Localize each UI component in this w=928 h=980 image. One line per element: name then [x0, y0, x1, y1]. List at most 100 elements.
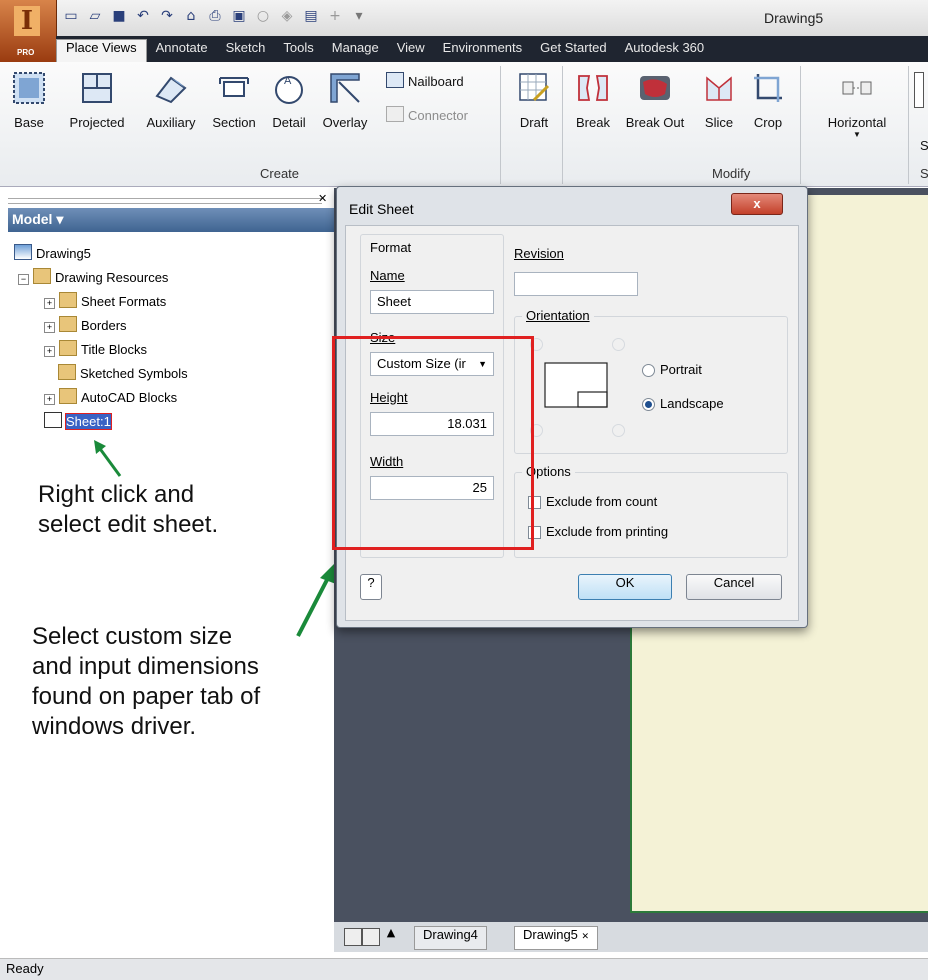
material-icon[interactable]: ○ [254, 7, 272, 25]
connector-button[interactable]: Connector [386, 106, 486, 123]
horizontal-align-icon [842, 81, 872, 95]
ribbon-panel: Base Projected Auxiliary Section A Detai… [0, 62, 928, 187]
plus-icon[interactable]: + [326, 7, 344, 25]
slice-icon [706, 76, 732, 101]
tab-annotate[interactable]: Annotate [147, 40, 217, 62]
print-icon[interactable]: ⎙ [206, 7, 224, 25]
tree-root[interactable]: Drawing5 [14, 244, 91, 261]
revision-label: Revision [514, 246, 564, 261]
redo-icon[interactable]: ↷ [158, 7, 176, 25]
draft-view-icon [519, 73, 550, 102]
landscape-label: Landscape [660, 396, 724, 411]
folder-icon [59, 340, 77, 356]
ok-button[interactable]: OK [578, 574, 672, 600]
dialog-help-button[interactable]: ? [360, 574, 382, 600]
appearance-icon[interactable]: ◈ [278, 7, 296, 25]
tab-menu-icon[interactable]: ▲ [382, 926, 400, 944]
doc-tab-drawing4[interactable]: Drawing4 [414, 926, 487, 950]
tab-view[interactable]: View [388, 40, 434, 62]
orientation-label: Orientation [522, 308, 594, 323]
tab-tools[interactable]: Tools [274, 40, 322, 62]
exclude-count-label: Exclude from count [546, 494, 658, 509]
folder-icon [59, 292, 77, 308]
section-view-button[interactable]: Section [206, 70, 262, 130]
close-tab-icon[interactable]: ✕ [582, 931, 590, 941]
auxiliary-view-button[interactable]: Auxiliary [138, 70, 204, 130]
view-icon[interactable]: ▤ [302, 7, 320, 25]
tree-borders[interactable]: + Borders [44, 316, 127, 333]
break-icon [578, 75, 608, 101]
name-field[interactable]: Sheet [370, 290, 494, 314]
green-arrow-icon [94, 440, 122, 477]
connector-icon [386, 106, 404, 122]
tile-icon[interactable] [344, 928, 362, 946]
section-view-icon [219, 77, 249, 97]
tree-drawing-resources[interactable]: − Drawing Resources [18, 268, 168, 285]
break-button[interactable]: Break [568, 70, 618, 130]
nailboard-button[interactable]: Nailboard [386, 72, 486, 89]
new-icon[interactable]: ▭ [62, 7, 80, 25]
tab-manage[interactable]: Manage [323, 40, 388, 62]
landscape-radio[interactable] [642, 398, 655, 411]
tree-sheet-formats[interactable]: + Sheet Formats [44, 292, 166, 309]
save-icon[interactable]: ■ [110, 7, 128, 25]
overlay-view-icon [330, 73, 360, 103]
detail-view-button[interactable]: A Detail [264, 70, 314, 130]
exclude-printing-label: Exclude from printing [546, 524, 669, 539]
name-label: Name [370, 268, 405, 283]
break-out-icon [640, 76, 670, 100]
pro-badge: PRO [17, 48, 35, 57]
crop-icon [754, 74, 782, 102]
tab-sketch[interactable]: Sketch [217, 40, 275, 62]
revision-field[interactable] [514, 272, 638, 296]
portrait-radio[interactable] [642, 364, 655, 377]
tree-sketched-symbols[interactable]: Sketched Symbols [58, 364, 188, 381]
application-menu-button[interactable]: I PRO [0, 0, 57, 62]
tab-get-started[interactable]: Get Started [531, 40, 615, 62]
landscape-preview-icon [544, 362, 608, 408]
annotation-custom-size: Select custom size and input dimensions fo… [32, 623, 261, 740]
close-icon[interactable]: ✕ [318, 192, 327, 205]
projected-view-button[interactable]: Projected [62, 70, 132, 130]
home-icon[interactable]: ⌂ [182, 7, 200, 25]
doc-tab-drawing5[interactable]: Drawing5 ✕ [514, 926, 599, 950]
orientation-corner-radio[interactable] [612, 338, 625, 351]
slice-button[interactable]: Slice [696, 70, 742, 130]
group-label-create: Create [260, 166, 300, 181]
draft-view-button[interactable]: Draft [512, 70, 556, 130]
document-tab-bar: ▲ Drawing4 Drawing5 ✕ [334, 922, 928, 952]
inventor-logo-icon: I [14, 6, 40, 36]
tab-place-views[interactable]: Place Views [56, 39, 147, 62]
grid-icon[interactable] [362, 928, 380, 946]
folder-icon [58, 364, 76, 380]
overlay-view-button[interactable]: Overlay [316, 70, 374, 130]
horizontal-align-button[interactable]: Horizontal ▼ [814, 70, 900, 139]
tree-autocad-blocks[interactable]: + AutoCAD Blocks [44, 388, 177, 405]
tree-title-blocks[interactable]: + Title Blocks [44, 340, 147, 357]
orientation-corner-radio[interactable] [612, 424, 625, 437]
ribbon-tabs: Place Views Annotate Sketch Tools Manage View… [56, 36, 928, 62]
portrait-label: Portrait [660, 362, 702, 377]
customize-qat-icon[interactable]: ▾ [350, 7, 368, 25]
tab-environments[interactable]: Environments [434, 40, 531, 62]
base-view-button[interactable]: Base [6, 70, 52, 130]
options-group [514, 472, 788, 558]
undo-icon[interactable]: ↶ [134, 7, 152, 25]
highlight-box [332, 336, 534, 550]
dialog-close-button[interactable]: x [731, 193, 783, 215]
window-title: Drawing5 [764, 10, 824, 26]
tab-autodesk-360[interactable]: Autodesk 360 [616, 40, 714, 62]
properties-icon[interactable]: ▣ [230, 7, 248, 25]
model-panel-header[interactable]: Model ▾ [8, 208, 334, 232]
overflow-icon[interactable] [914, 72, 924, 108]
group-label-modify: Modify [712, 166, 751, 181]
crop-button[interactable]: Crop [746, 70, 790, 130]
break-out-button[interactable]: Break Out [618, 70, 692, 130]
folder-icon [33, 268, 51, 284]
tree-sheet[interactable]: Sheet:1 [44, 412, 112, 430]
panel-grip[interactable] [8, 198, 322, 204]
cancel-button[interactable]: Cancel [686, 574, 782, 600]
quick-access-toolbar: ▭ ▱ ■ ↶ ↷ ⌂ ⎙ ▣ ○ ◈ ▤ + ▾ [62, 4, 368, 28]
open-icon[interactable]: ▱ [86, 7, 104, 25]
drawing-icon [14, 244, 32, 260]
